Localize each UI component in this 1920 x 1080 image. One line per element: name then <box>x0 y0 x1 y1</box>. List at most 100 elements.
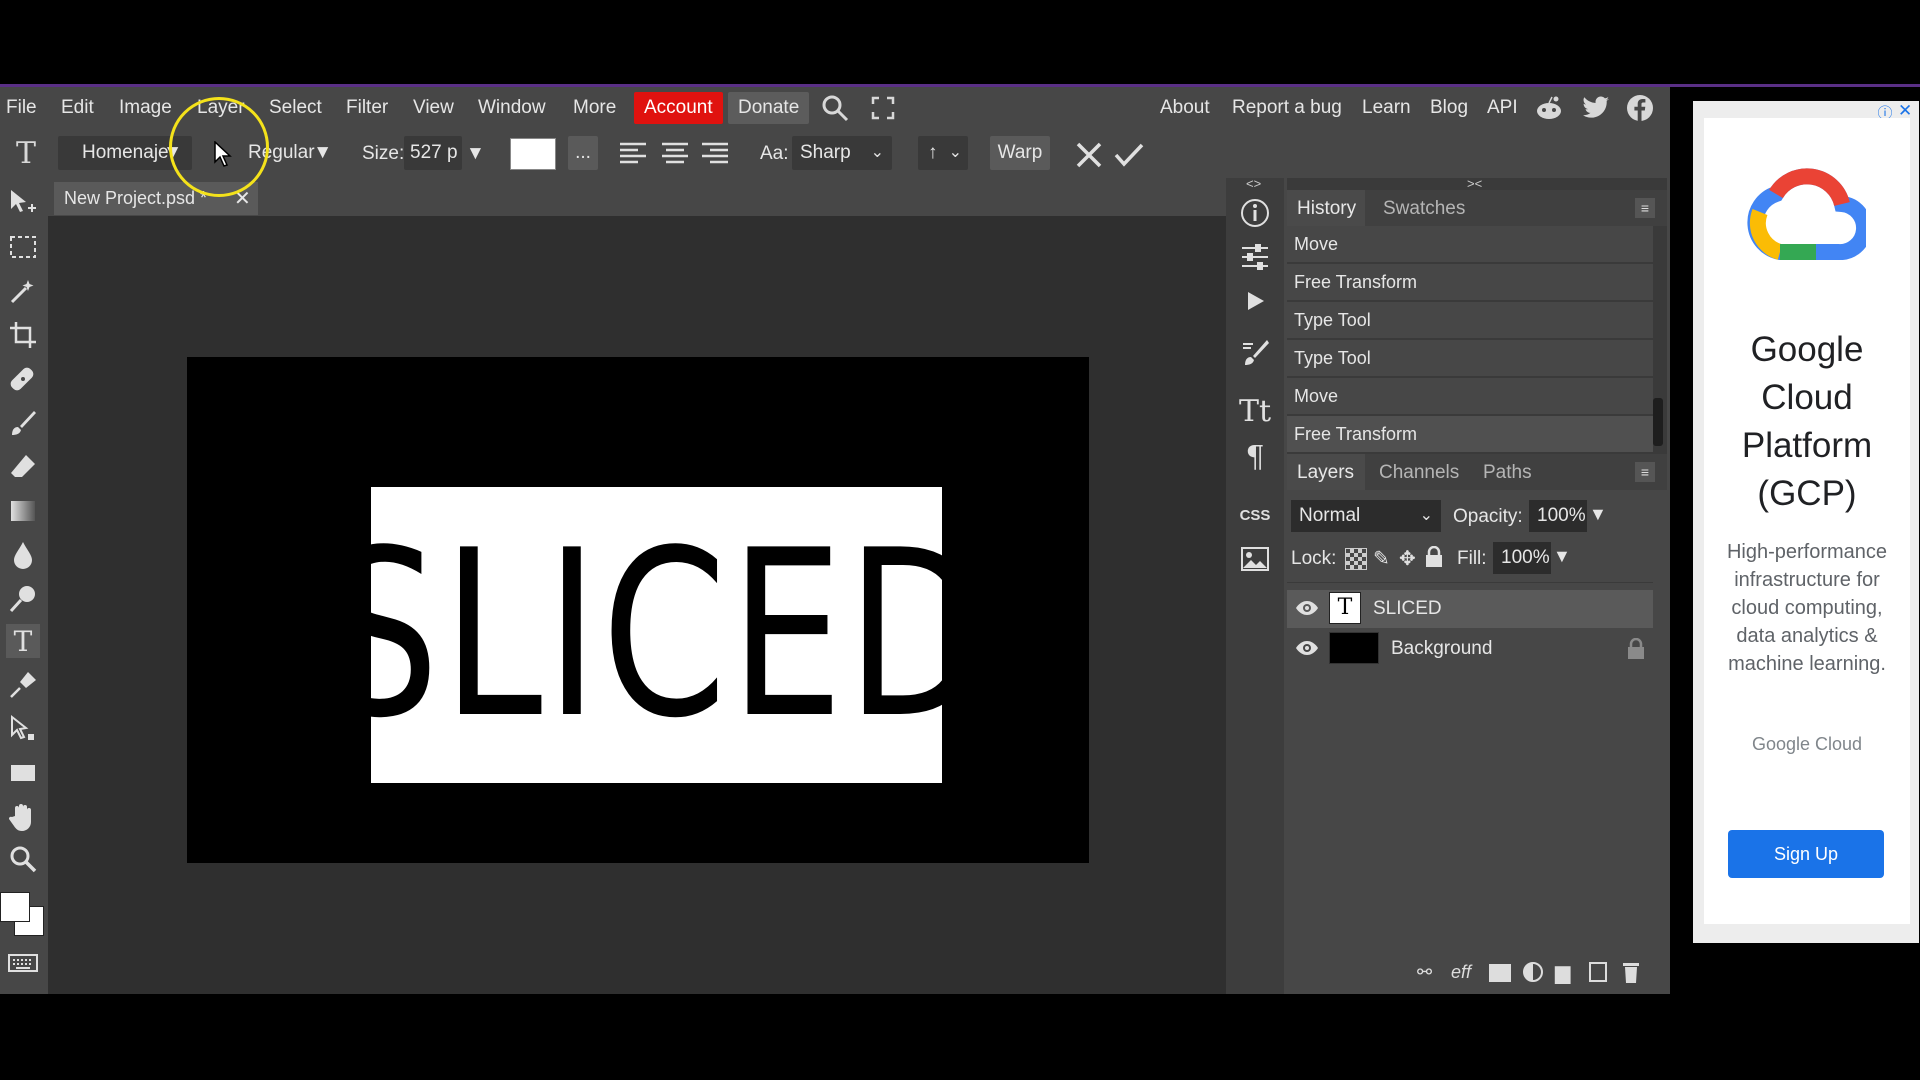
link-layers-icon[interactable]: ⚯ <box>1417 962 1432 983</box>
magic-wand-tool-icon[interactable] <box>6 274 40 308</box>
menu-window[interactable]: Window <box>478 97 546 119</box>
donate-button[interactable]: Donate <box>728 92 810 124</box>
menu-file[interactable]: File <box>6 97 37 119</box>
css-panel-icon[interactable]: CSS <box>1236 496 1274 534</box>
brush-tool-icon[interactable] <box>6 406 40 440</box>
commit-check-icon[interactable] <box>1112 140 1146 170</box>
rectangle-tool-icon[interactable] <box>6 756 40 790</box>
history-item[interactable]: Move <box>1287 226 1653 263</box>
chevron-down-icon[interactable]: ▼ <box>466 143 485 165</box>
panel-menu-icon[interactable]: ≡ <box>1635 462 1655 482</box>
menu-image[interactable]: Image <box>119 97 172 119</box>
healing-brush-icon[interactable] <box>6 362 40 396</box>
tab-channels[interactable]: Channels <box>1379 462 1459 484</box>
antialias-select[interactable]: Sharp ⌄ <box>792 136 892 170</box>
text-color-swatch[interactable] <box>510 138 556 170</box>
visibility-eye-icon[interactable] <box>1295 636 1319 666</box>
link-learn[interactable]: Learn <box>1362 97 1411 119</box>
layer-row-selected[interactable]: T SLICED <box>1287 590 1653 628</box>
history-item[interactable]: Free Transform <box>1287 264 1653 301</box>
brush-settings-icon[interactable] <box>1236 334 1274 372</box>
warp-button[interactable]: Warp <box>990 136 1050 170</box>
chevron-down-icon: ▼ <box>313 142 332 163</box>
pen-tool-icon[interactable] <box>6 668 40 702</box>
menu-filter[interactable]: Filter <box>346 97 388 119</box>
chevron-down-icon[interactable]: ▼ <box>1553 546 1571 567</box>
menu-edit[interactable]: Edit <box>61 97 94 119</box>
collapse-arrows-icon[interactable]: <> <box>1246 176 1261 191</box>
history-scrollbar[interactable] <box>1653 398 1663 446</box>
paragraph-panel-icon[interactable]: ¶ <box>1236 438 1274 476</box>
type-tool-button[interactable]: T <box>6 624 40 658</box>
history-item[interactable]: Type Tool <box>1287 302 1653 339</box>
expand-arrows-icon[interactable]: >< <box>1467 176 1482 191</box>
ad-card[interactable]: Google Cloud Platform (GCP) High-perform… <box>1704 118 1910 924</box>
fullscreen-icon[interactable] <box>868 93 898 123</box>
path-select-tool-icon[interactable] <box>6 712 40 746</box>
blend-mode-select[interactable]: Normal ⌄ <box>1291 500 1441 532</box>
visibility-eye-icon[interactable] <box>1295 596 1319 626</box>
search-icon[interactable] <box>820 93 850 123</box>
history-item[interactable]: Type Tool <box>1287 340 1653 377</box>
adjustment-layer-icon[interactable] <box>1523 962 1543 982</box>
hand-tool-icon[interactable] <box>6 800 40 834</box>
facebook-icon[interactable] <box>1624 93 1656 123</box>
new-folder-icon[interactable]: ▆ <box>1555 960 1570 985</box>
color-swatches[interactable] <box>0 892 44 936</box>
font-size-input[interactable]: 527 p <box>404 136 462 170</box>
tab-swatches[interactable]: Swatches <box>1383 198 1465 220</box>
adjustments-icon[interactable] <box>1236 238 1274 276</box>
delete-layer-icon[interactable] <box>1621 960 1641 989</box>
more-options-button[interactable]: ... <box>568 136 598 170</box>
ad-close-icon[interactable]: ✕ <box>1898 101 1916 120</box>
actions-play-icon[interactable] <box>1236 282 1274 320</box>
history-item-current[interactable]: Free Transform <box>1287 416 1653 453</box>
image-panel-icon[interactable] <box>1236 540 1274 578</box>
tab-paths[interactable]: Paths <box>1483 462 1532 484</box>
lock-pixels-icon[interactable]: ✎ <box>1373 546 1390 571</box>
link-blog[interactable]: Blog <box>1430 97 1468 119</box>
blur-tool-icon[interactable] <box>6 538 40 572</box>
dodge-tool-icon[interactable] <box>6 582 40 616</box>
text-direction-select[interactable]: ↑ ⌄ <box>918 136 968 170</box>
twitter-icon[interactable] <box>1580 93 1612 123</box>
eraser-tool-icon[interactable] <box>6 450 40 484</box>
menu-more[interactable]: More <box>573 97 616 119</box>
keyboard-icon[interactable] <box>6 946 40 980</box>
link-api[interactable]: API <box>1487 97 1518 119</box>
account-button[interactable]: Account <box>634 92 723 124</box>
move-tool-icon[interactable] <box>6 186 40 220</box>
chevron-down-icon[interactable]: ▼ <box>1589 504 1607 525</box>
fill-input[interactable]: 100% <box>1493 542 1551 574</box>
info-icon[interactable] <box>1236 194 1274 232</box>
reddit-icon[interactable] <box>1533 93 1565 123</box>
tab-layers[interactable]: Layers <box>1297 462 1354 484</box>
link-about[interactable]: About <box>1160 97 1210 119</box>
menu-view[interactable]: View <box>413 97 454 119</box>
foreground-color-swatch[interactable] <box>0 892 30 922</box>
panel-menu-icon[interactable]: ≡ <box>1635 198 1655 218</box>
add-mask-icon[interactable] <box>1489 964 1511 982</box>
align-right-icon[interactable] <box>700 140 730 168</box>
history-item[interactable]: Move <box>1287 378 1653 415</box>
marquee-tool-icon[interactable] <box>6 230 40 264</box>
character-panel-icon[interactable]: Tt <box>1236 392 1274 430</box>
opacity-input[interactable]: 100% <box>1529 500 1587 532</box>
cancel-icon[interactable] <box>1072 140 1106 170</box>
tab-history[interactable]: History <box>1297 198 1356 220</box>
new-layer-icon[interactable] <box>1589 962 1607 982</box>
gradient-tool-icon[interactable] <box>6 494 40 528</box>
sliced-text-layer[interactable]: SLICED <box>325 487 984 783</box>
menu-select[interactable]: Select <box>269 97 322 119</box>
crop-tool-icon[interactable] <box>6 318 40 352</box>
layer-row[interactable]: Background <box>1287 630 1653 668</box>
ad-signup-button[interactable]: Sign Up <box>1728 830 1884 878</box>
lock-transparency-icon[interactable] <box>1345 548 1367 570</box>
layer-effects-icon[interactable]: eff <box>1451 962 1471 983</box>
lock-position-icon[interactable]: ✥ <box>1399 546 1416 571</box>
link-report-bug[interactable]: Report a bug <box>1232 97 1342 119</box>
lock-all-icon[interactable] <box>1425 545 1443 573</box>
align-left-icon[interactable] <box>618 140 648 168</box>
align-center-icon[interactable] <box>660 140 690 168</box>
zoom-tool-icon[interactable] <box>6 842 40 876</box>
